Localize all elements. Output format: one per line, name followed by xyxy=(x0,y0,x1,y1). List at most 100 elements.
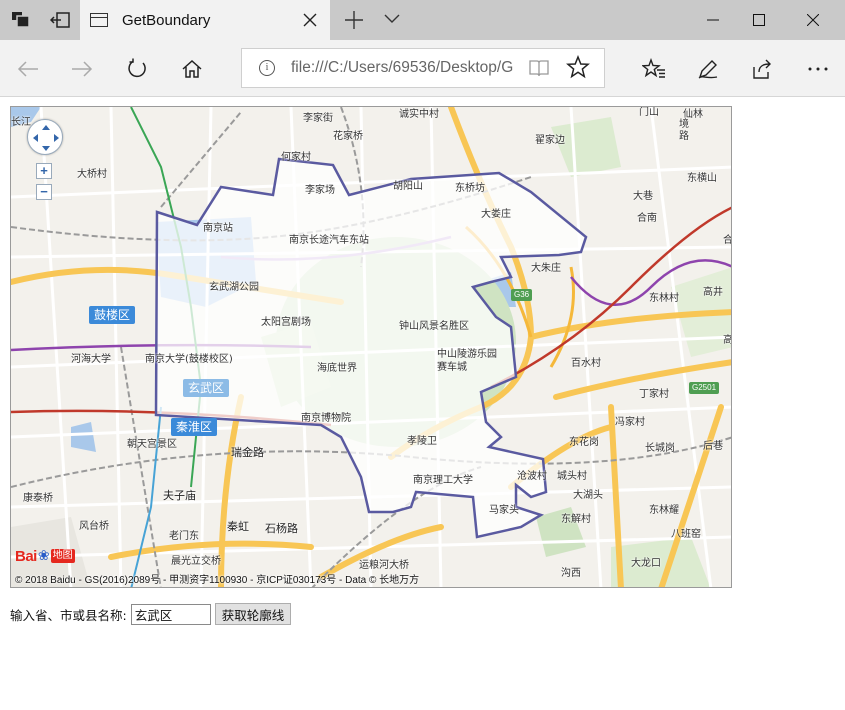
map-label: 长江 xyxy=(11,117,31,128)
map-label: 钟山风景名胜区 xyxy=(399,321,469,332)
forward-arrow-icon[interactable] xyxy=(67,54,97,84)
map-label: 长城岗 xyxy=(645,443,675,454)
map-label: 大娄庄 xyxy=(481,209,511,220)
home-icon[interactable] xyxy=(177,54,207,84)
region-input[interactable] xyxy=(130,603,211,625)
map-label: 后巷 xyxy=(703,441,723,452)
map-label: 胡阳山 xyxy=(393,181,423,192)
pen-icon[interactable] xyxy=(693,54,723,84)
map-label: 沧波村 xyxy=(517,471,547,482)
zoom-in-button[interactable]: + xyxy=(36,163,52,179)
close-window-icon[interactable] xyxy=(790,0,836,40)
boundary-form: 输入省、市或县名称: 获取轮廓线 xyxy=(10,603,292,625)
tab-title: GetBoundary xyxy=(122,11,211,29)
map-label: 诚实中村 xyxy=(399,109,439,120)
map-label: 百水村 xyxy=(571,358,601,369)
map-label: 南京长途汽车东站 xyxy=(289,235,369,246)
map-label: 东解村 xyxy=(561,514,591,525)
map-label: 合 xyxy=(723,235,732,246)
map-label: 高 xyxy=(723,335,732,346)
map-label: 晨光立交桥 xyxy=(171,556,221,567)
page-icon xyxy=(90,13,108,27)
map-label: 朝天宫景区 xyxy=(127,439,177,450)
zoom-out-button[interactable]: − xyxy=(36,184,52,200)
map-label: 南京博物院 xyxy=(301,413,351,424)
more-icon[interactable] xyxy=(803,54,833,84)
map-label: 门山 xyxy=(639,107,659,118)
district-gulou[interactable]: 鼓楼区 xyxy=(89,306,136,324)
map-label: 康泰桥 xyxy=(23,493,53,504)
back-arrow-icon[interactable] xyxy=(13,54,43,84)
info-icon[interactable]: i xyxy=(259,60,275,76)
road-shield-g2501: G2501 xyxy=(689,382,720,394)
map-label: 合南 xyxy=(637,213,657,224)
share-icon[interactable] xyxy=(747,54,777,84)
reader-view-icon[interactable] xyxy=(528,58,550,78)
plus-icon[interactable] xyxy=(340,5,368,35)
map-label: 河海大学 xyxy=(71,354,111,365)
map-label: 花家桥 xyxy=(333,131,363,142)
map-label: 老门东 xyxy=(169,531,199,542)
url-text[interactable]: file:///C:/Users/69536/Desktop/G xyxy=(291,59,517,77)
map-canvas xyxy=(11,107,731,587)
map-label: 大巷 xyxy=(633,191,653,202)
chevron-down-icon[interactable] xyxy=(382,8,406,32)
address-bar[interactable]: i file:///C:/Users/69536/Desktop/G xyxy=(241,48,605,88)
map-copyright: © 2018 Baidu - GS(2016)2089号 - 甲测资字11009… xyxy=(15,575,420,586)
map-label: 南京站 xyxy=(203,223,233,234)
district-xuanwu[interactable]: 玄武区 xyxy=(183,379,230,397)
tab-bar: GetBoundary xyxy=(0,0,845,40)
map-label: 孝陵卫 xyxy=(407,436,437,447)
map-label: 赛车城 xyxy=(437,362,467,373)
map-label: 东横山 xyxy=(687,173,717,184)
get-boundary-button[interactable]: 获取轮廓线 xyxy=(214,603,292,625)
map-label: 丁家村 xyxy=(639,389,669,400)
paw-icon: ❀ xyxy=(37,548,50,564)
star-icon[interactable] xyxy=(566,54,592,81)
map-label: 玄武湖公园 xyxy=(209,282,259,293)
baidu-map[interactable]: + − 鼓楼区 玄武区 秦淮区 G36 G2501 长江 大桥村 李家街 花家桥… xyxy=(10,106,732,588)
map-label: 南京理工大学 xyxy=(413,475,473,486)
browser-tab[interactable]: GetBoundary xyxy=(80,0,330,40)
minimize-icon[interactable] xyxy=(690,0,736,40)
map-label: 东桥坊 xyxy=(455,183,485,194)
map-label: 秦虹 xyxy=(227,520,249,533)
map-label: 石杨路 xyxy=(265,522,298,535)
map-label: 东林耀 xyxy=(649,505,679,516)
map-label: 境 xyxy=(679,119,689,130)
map-pan-control[interactable] xyxy=(27,119,63,155)
map-label: 大桥村 xyxy=(77,169,107,180)
map-label: 东花岗 xyxy=(569,437,599,448)
map-label: 冯家村 xyxy=(615,417,645,428)
map-label: 马家头 xyxy=(489,505,519,516)
map-label: 南京大学(鼓楼校区) xyxy=(145,354,233,365)
map-label: 瑞金路 xyxy=(231,446,264,459)
map-label: 高井 xyxy=(703,287,723,298)
map-label: 海底世界 xyxy=(317,363,357,374)
map-label: 大朱庄 xyxy=(531,263,561,274)
region-label: 输入省、市或县名称: xyxy=(10,607,127,623)
map-label: 太阳宫剧场 xyxy=(261,317,311,328)
navigation-bar: i file:///C:/Users/69536/Desktop/G xyxy=(0,40,845,97)
favorites-icon[interactable] xyxy=(639,54,669,84)
back-tab-icon[interactable] xyxy=(48,8,72,32)
map-label: 李家场 xyxy=(305,185,335,196)
map-label: 沟西 xyxy=(561,568,581,579)
tab-manager-icon[interactable] xyxy=(9,8,33,32)
map-label: 大龙口 xyxy=(631,558,661,569)
map-label: 李家街 xyxy=(303,113,333,124)
refresh-icon[interactable] xyxy=(122,54,152,84)
road-shield-g36: G36 xyxy=(511,289,533,301)
map-label: 风台桥 xyxy=(79,521,109,532)
map-label: 中山陵游乐园 xyxy=(437,349,497,360)
map-label: 城头村 xyxy=(557,471,587,482)
map-label: 八班窑 xyxy=(671,529,701,540)
map-label: 路 xyxy=(679,131,689,142)
district-qinhuai[interactable]: 秦淮区 xyxy=(171,418,218,436)
map-label: 何家村 xyxy=(281,152,311,163)
maximize-icon[interactable] xyxy=(736,0,782,40)
baidu-logo[interactable]: Bai ❀ 地图 xyxy=(15,547,75,565)
map-label: 大湖头 xyxy=(573,490,603,501)
map-label: 东林村 xyxy=(649,293,679,304)
close-icon[interactable] xyxy=(298,8,322,32)
